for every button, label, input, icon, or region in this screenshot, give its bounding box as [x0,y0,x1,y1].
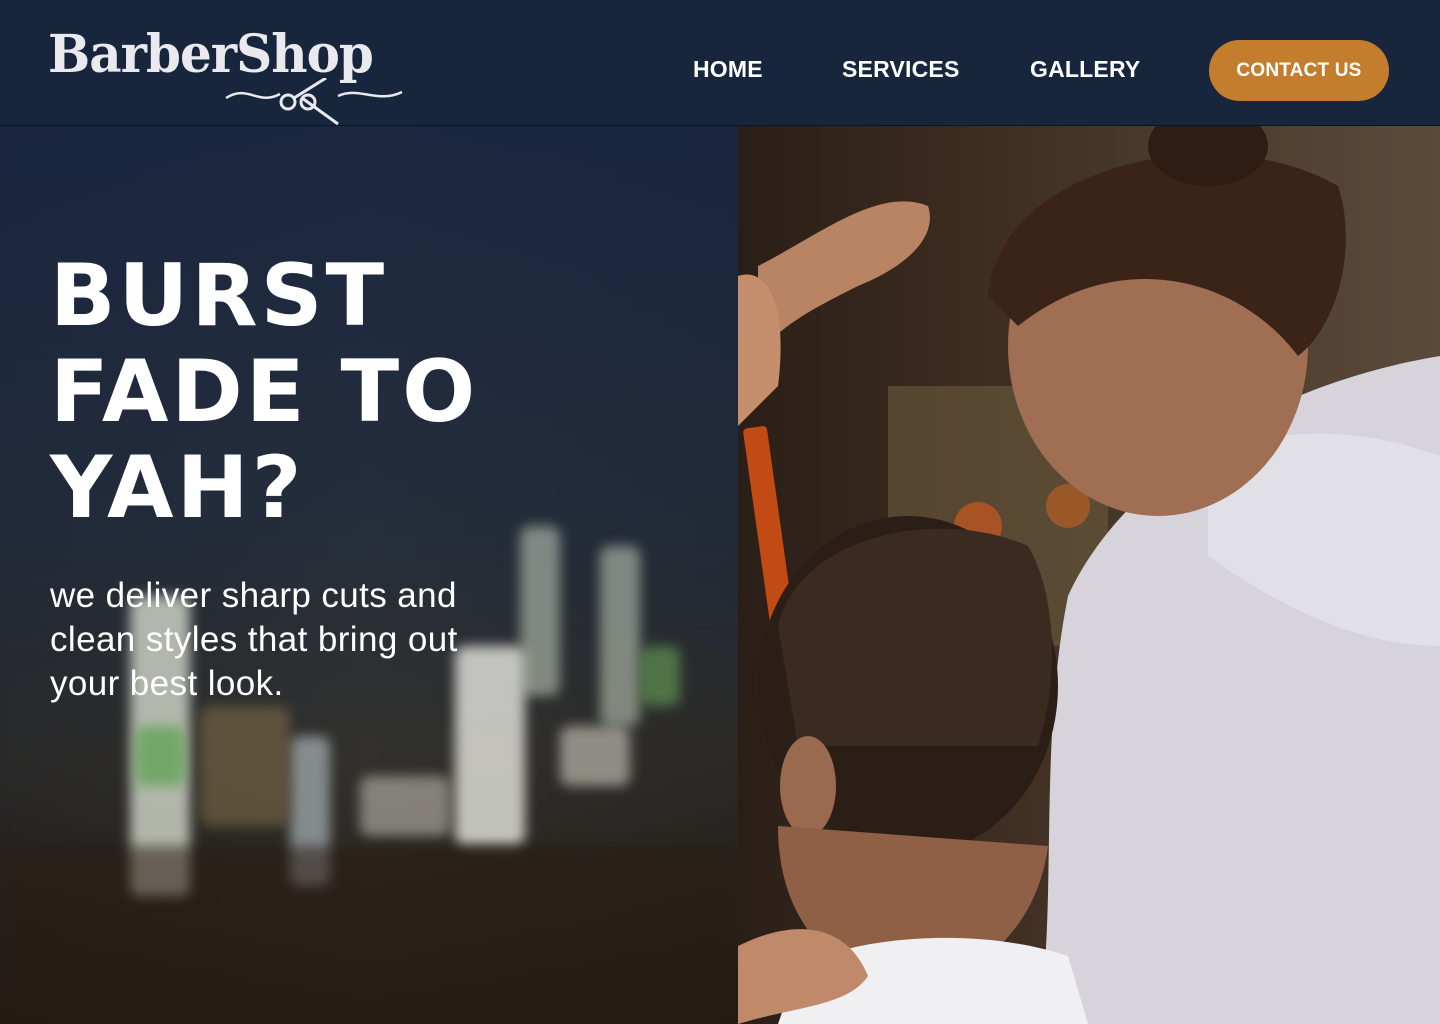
nav-gallery-link[interactable]: GALLERY [1030,56,1140,83]
nav-services-link[interactable]: SERVICES [842,56,960,83]
brand-logo[interactable]: BarberShop [48,22,418,126]
hero-headline: BURST FADE TO YAH? [50,248,690,536]
site-header: BarberShop HOME SERVICES GALLERY CONTACT… [0,0,1440,126]
nav-home-link[interactable]: HOME [693,56,763,83]
contact-us-button[interactable]: CONTACT US [1209,40,1389,101]
hero-subline: we deliver sharp cuts and clean styles t… [50,576,458,703]
hero-headline-line-2: FADE TO [50,342,479,442]
hero-headline-line-3: YAH? [50,438,305,538]
hero-section: BURST FADE TO YAH? we deliver sharp cuts… [0,126,1440,1024]
hero-headline-line-1: BURST [50,246,388,346]
hero-photo-barber [738,126,1440,1024]
scissors-ornament-icon [225,78,403,126]
brand-logo-text: BarberShop [48,22,374,85]
